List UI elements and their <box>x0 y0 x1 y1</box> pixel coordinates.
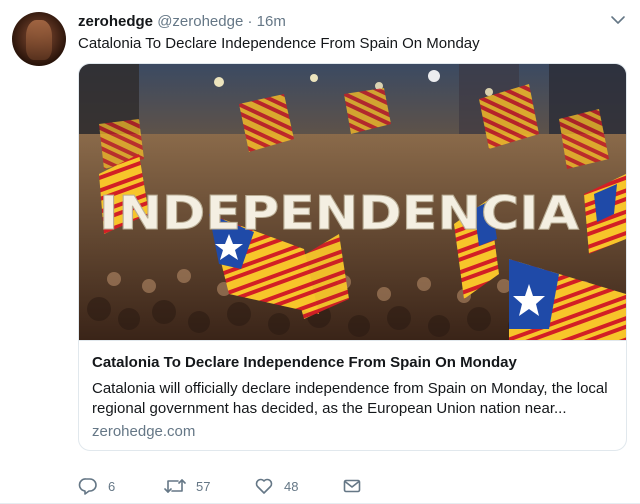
retweet-button[interactable]: 57 <box>164 474 210 498</box>
chevron-down-icon[interactable] <box>610 12 626 28</box>
like-count: 48 <box>284 478 299 494</box>
reply-button[interactable]: 6 <box>78 474 115 498</box>
direct-message-button[interactable] <box>342 474 362 498</box>
card-body[interactable]: Catalonia To Declare Independence From S… <box>79 340 626 450</box>
retweet-icon <box>164 476 186 496</box>
link-card[interactable]: INDEPENDENCIA Catalonia To Declare Indep… <box>78 63 627 451</box>
heart-icon <box>254 476 274 496</box>
avatar[interactable] <box>12 12 66 66</box>
card-title[interactable]: Catalonia To Declare Independence From S… <box>92 353 517 373</box>
card-description: Catalonia will officially declare indepe… <box>92 380 608 417</box>
separator-dot: · <box>247 13 253 30</box>
tweet[interactable]: zerohedge @zerohedge · 16m Catalonia To … <box>0 0 640 504</box>
like-button[interactable]: 48 <box>254 474 298 498</box>
retweet-count: 57 <box>196 478 211 494</box>
avatar-figure <box>26 20 52 60</box>
image-banner-text: INDEPENDENCIA <box>99 186 579 240</box>
user-handle[interactable]: @zerohedge <box>157 13 243 30</box>
card-domain: zerohedge.com <box>92 423 196 440</box>
reply-count: 6 <box>108 478 116 494</box>
tweet-text: Catalonia To Declare Independence From S… <box>78 35 480 52</box>
card-image[interactable]: INDEPENDENCIA <box>79 64 626 340</box>
envelope-icon <box>342 476 362 496</box>
tweet-actions: 6 57 48 <box>78 474 618 498</box>
tweet-header: zerohedge @zerohedge · 16m <box>78 12 286 32</box>
display-name[interactable]: zerohedge <box>78 13 153 30</box>
timestamp[interactable]: 16m <box>257 13 286 30</box>
reply-icon <box>78 476 98 496</box>
